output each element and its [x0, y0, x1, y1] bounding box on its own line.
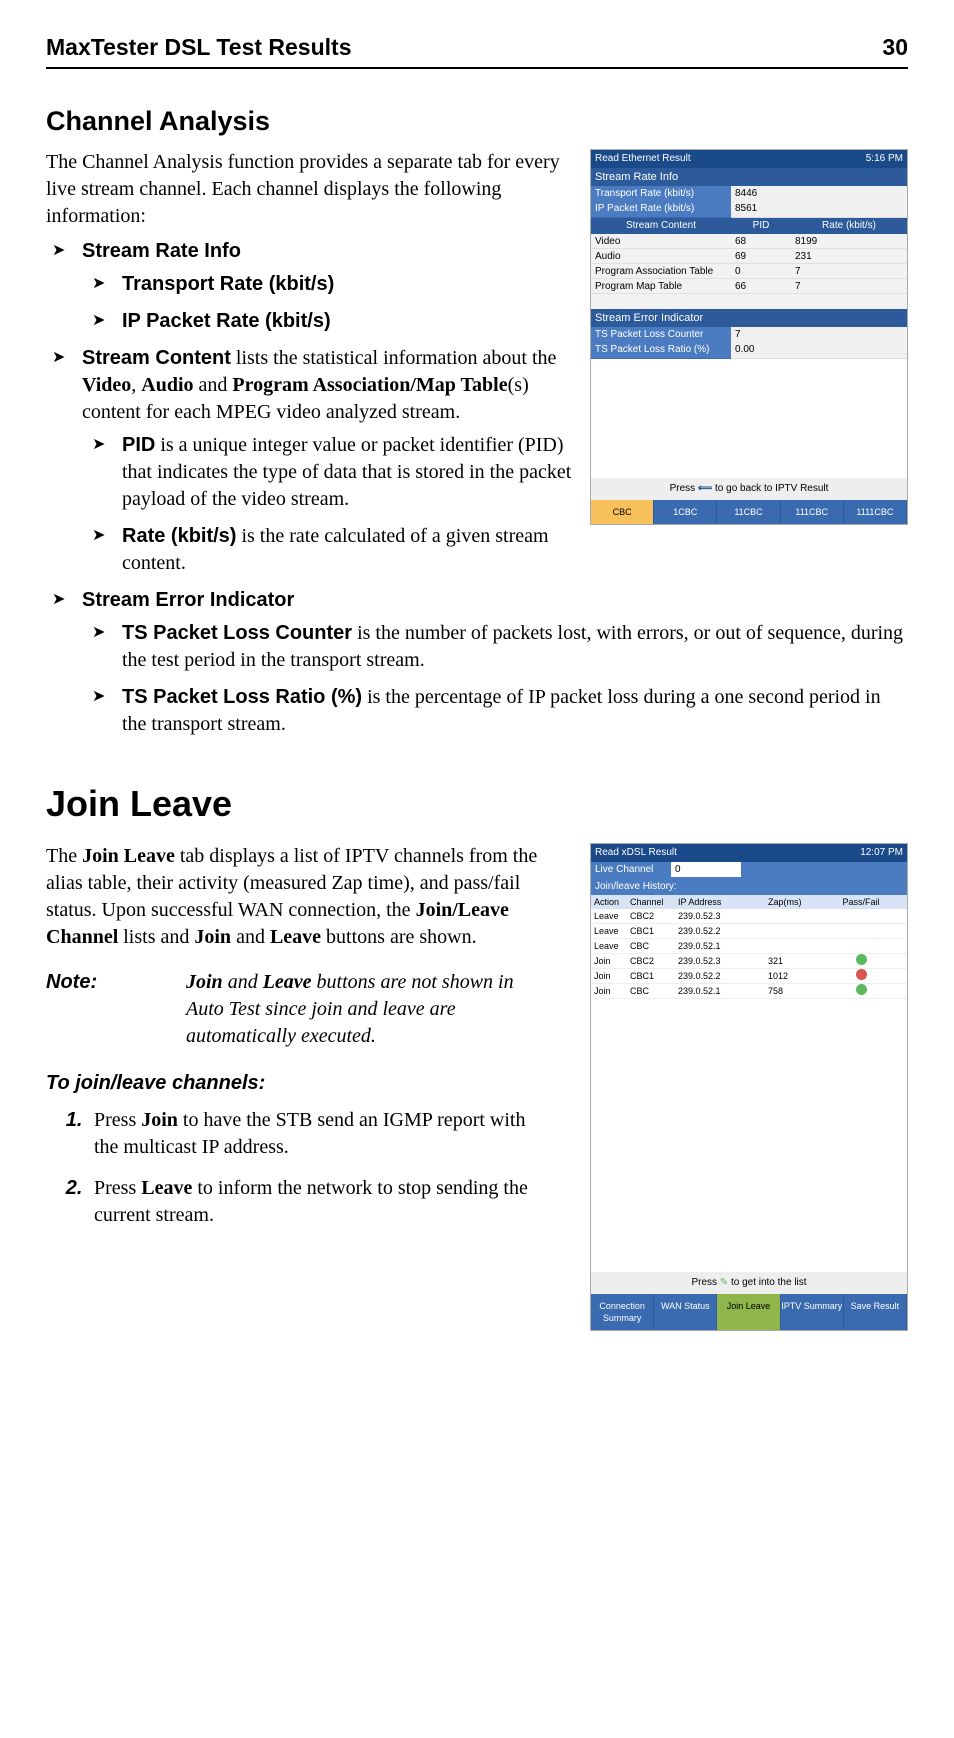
bullet-ts-loss-ratio: TS Packet Loss Ratio (%) is the percenta…: [122, 684, 908, 738]
bullet-stream-rate-info: Stream Rate Info Transport Rate (kbit/s)…: [82, 238, 908, 335]
dev2-history-row: JoinCBC239.0.52.1758: [591, 984, 907, 999]
dev2-tab[interactable]: Save Result: [844, 1294, 907, 1330]
dev2-live-channel-row: Live Channel 0: [591, 862, 907, 878]
header-page-number: 30: [882, 32, 908, 63]
dev2-tabbar: Connection SummaryWAN StatusJoin LeaveIP…: [591, 1294, 907, 1330]
pen-icon: ✎: [720, 1277, 728, 1288]
bullet-stream-error-indicator: Stream Error Indicator TS Packet Loss Co…: [82, 587, 908, 738]
dev2-tab[interactable]: WAN Status: [654, 1294, 717, 1330]
step-join: Press Join to have the STB send an IGMP …: [88, 1107, 546, 1161]
bullet-ip-packet-rate: IP Packet Rate (kbit/s): [122, 308, 908, 335]
dev2-history-row: LeaveCBC1239.0.52.2: [591, 924, 907, 939]
bullet-ts-loss-counter: TS Packet Loss Counter is the number of …: [122, 620, 908, 674]
bullet-rate: Rate (kbit/s) is the rate calculated of …: [122, 523, 908, 577]
join-leave-note: Note: Join and Leave buttons are not sho…: [46, 969, 546, 1050]
channel-analysis-bullets: Stream Rate Info Transport Rate (kbit/s)…: [46, 238, 908, 738]
dev2-title: Read xDSL Result: [595, 846, 677, 860]
dev2-history-row: JoinCBC1239.0.52.21012: [591, 969, 907, 984]
pass-icon: [856, 954, 867, 965]
dev2-history-row: LeaveCBC239.0.52.1: [591, 939, 907, 954]
dev2-history-header: Join/leave History:: [591, 878, 907, 896]
join-leave-steps: Press Join to have the STB send an IGMP …: [46, 1107, 546, 1229]
dev2-table-header: Action Channel IP Address Zap(ms) Pass/F…: [591, 895, 907, 909]
dev2-history-row: LeaveCBC2239.0.52.3: [591, 909, 907, 924]
dev1-ip-packet-rate-row: IP Packet Rate (kbit/s) 8561: [591, 202, 907, 217]
device-screenshot-join-leave: Read xDSL Result 12:07 PM Live Channel 0…: [590, 843, 908, 1331]
pass-icon: [856, 984, 867, 995]
join-leave-intro: The Join Leave tab displays a list of IP…: [46, 843, 546, 951]
dev2-history-row: JoinCBC2239.0.52.3321: [591, 954, 907, 969]
dev2-tab[interactable]: IPTV Summary: [781, 1294, 844, 1330]
bullet-transport-rate: Transport Rate (kbit/s): [122, 271, 908, 298]
step-leave: Press Leave to inform the network to sto…: [88, 1175, 546, 1229]
bullet-stream-content: Stream Content lists the statistical inf…: [82, 345, 908, 577]
dev1-transport-rate-row: Transport Rate (kbit/s) 8446: [591, 187, 907, 202]
dev2-footer-hint: Press ✎ to get into the list: [591, 1272, 907, 1294]
dev2-tab[interactable]: Connection Summary: [591, 1294, 654, 1330]
bullet-pid: PID is a unique integer value or packet …: [122, 432, 908, 513]
dev1-clock: 5:16 PM: [866, 152, 903, 166]
fail-icon: [856, 969, 867, 980]
dev2-tab[interactable]: Join Leave: [717, 1294, 780, 1330]
dev1-stream-rate-header: Stream Rate Info: [591, 168, 907, 187]
dev1-title: Read Ethernet Result: [595, 152, 691, 166]
header-title: MaxTester DSL Test Results: [46, 32, 352, 63]
page-header: MaxTester DSL Test Results 30: [46, 32, 908, 69]
dev2-clock: 12:07 PM: [860, 846, 903, 860]
join-leave-heading: Join Leave: [46, 780, 908, 829]
channel-analysis-heading: Channel Analysis: [46, 103, 908, 139]
dev1-stream-content-header: Stream Content PID Rate (kbit/s): [591, 217, 907, 235]
